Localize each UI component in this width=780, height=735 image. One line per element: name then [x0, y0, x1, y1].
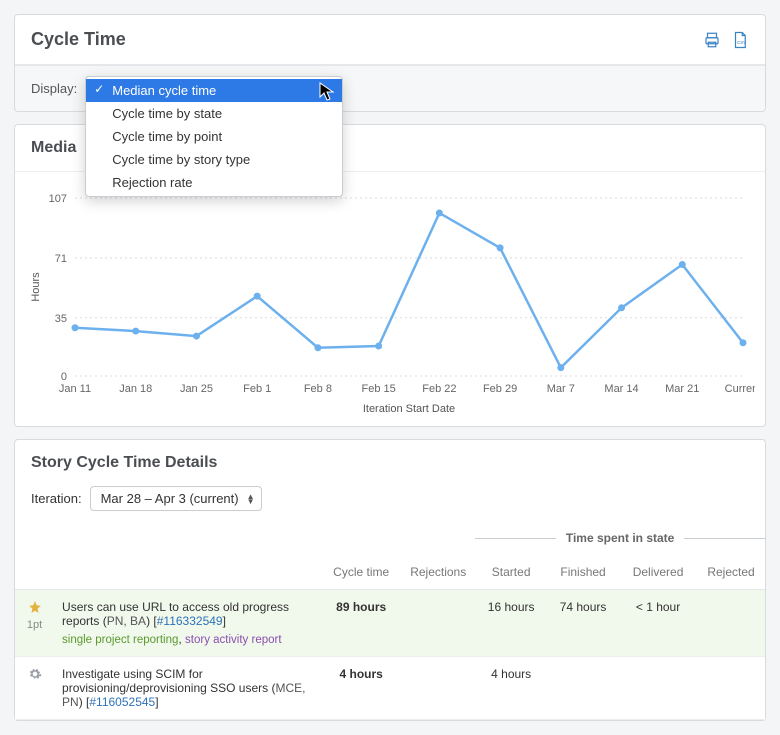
display-bar: Display: Median cycle time ▲▼ Median cyc… [15, 65, 765, 111]
col-rejected: Rejected [697, 555, 765, 590]
star-icon [28, 600, 42, 614]
cell-rejected [697, 590, 765, 657]
story-points: 1pt [23, 619, 46, 631]
cell-started: 16 hours [475, 590, 547, 657]
cycle-time-chart: 0 35 71 107 Jan 11 Jan 18 Jan 25 Feb 1 Feb 8 Feb … [25, 188, 755, 418]
print-icon[interactable] [703, 31, 721, 49]
gear-icon [28, 667, 42, 681]
details-panel: Story Cycle Time Details Iteration: Mar … [14, 439, 766, 721]
dropdown-option-rejection[interactable]: Rejection rate [86, 171, 342, 194]
cycle-time-panel: Cycle Time CSV Display: Median cycle tim… [14, 14, 766, 112]
svg-text:0: 0 [61, 371, 67, 383]
svg-text:Feb 22: Feb 22 [422, 383, 456, 395]
iteration-label: Iteration: [31, 491, 82, 506]
story-cell: Investigate using SCIM for provisioning/… [54, 657, 321, 720]
svg-text:Mar 14: Mar 14 [604, 383, 638, 395]
select-arrows-icon: ▲▼ [247, 494, 255, 504]
cell-started: 4 hours [475, 657, 547, 720]
svg-text:Feb 29: Feb 29 [483, 383, 517, 395]
cell-finished [547, 657, 619, 720]
svg-text:Jan 11: Jan 11 [59, 383, 91, 395]
cell-rejected [697, 657, 765, 720]
dropdown-option-storytype[interactable]: Cycle time by story type [86, 148, 342, 171]
display-label: Display: [31, 81, 77, 96]
svg-text:Hours: Hours [30, 272, 42, 302]
col-rejections: Rejections [401, 555, 475, 590]
display-dropdown: Median cycle time Cycle time by state Cy… [85, 76, 343, 197]
svg-text:71: 71 [55, 253, 67, 265]
svg-text:Feb 15: Feb 15 [362, 383, 396, 395]
cell-finished: 74 hours [547, 590, 619, 657]
col-started: Started [475, 555, 547, 590]
dropdown-option-median[interactable]: Median cycle time [86, 79, 342, 102]
svg-text:Feb 1: Feb 1 [243, 383, 271, 395]
cell-rejections [401, 657, 475, 720]
cell-cycle: 4 hours [321, 657, 401, 720]
story-title[interactable]: Investigate using SCIM for provisioning/… [62, 667, 275, 695]
export-actions: CSV [703, 31, 749, 49]
svg-text:Mar 21: Mar 21 [665, 383, 699, 395]
story-table: Time spent in state Cycle time Rejection… [15, 521, 765, 720]
story-id-link[interactable]: #116052545 [89, 695, 155, 709]
svg-text:107: 107 [49, 193, 67, 205]
cell-cycle: 89 hours [321, 590, 401, 657]
cell-rejections [401, 590, 475, 657]
details-title: Story Cycle Time Details [15, 440, 765, 480]
iteration-select[interactable]: Mar 28 – Apr 3 (current) ▲▼ [90, 486, 262, 511]
dropdown-option-state[interactable]: Cycle time by state [86, 102, 342, 125]
svg-text:Feb 8: Feb 8 [304, 383, 332, 395]
story-id-link[interactable]: #116332549 [157, 614, 223, 628]
cell-delivered: < 1 hour [619, 590, 697, 657]
svg-text:Iteration Start Date: Iteration Start Date [363, 403, 455, 415]
csv-icon[interactable]: CSV [731, 31, 749, 49]
svg-text:Current: Current [725, 383, 755, 395]
col-finished: Finished [547, 555, 619, 590]
table-row[interactable]: Investigate using SCIM for provisioning/… [15, 657, 765, 720]
group-header-time-spent: Time spent in state [475, 521, 765, 555]
svg-text:Jan 18: Jan 18 [119, 383, 152, 395]
col-cycle: Cycle time [321, 555, 401, 590]
cell-delivered [619, 657, 697, 720]
svg-text:Mar 7: Mar 7 [547, 383, 575, 395]
svg-text:35: 35 [55, 313, 67, 325]
story-cell: Users can use URL to access old progress… [54, 590, 321, 657]
story-owners: PN, BA [107, 614, 146, 628]
story-tag[interactable]: single project reporting [62, 634, 178, 646]
story-tag[interactable]: story activity report [185, 634, 282, 646]
table-row[interactable]: 1pt Users can use URL to access old progr… [15, 590, 765, 657]
iteration-select-value: Mar 28 – Apr 3 (current) [101, 491, 239, 506]
svg-text:CSV: CSV [737, 39, 746, 44]
dropdown-option-point[interactable]: Cycle time by point [86, 125, 342, 148]
page-title: Cycle Time [31, 29, 126, 50]
svg-text:Jan 25: Jan 25 [180, 383, 213, 395]
col-delivered: Delivered [619, 555, 697, 590]
